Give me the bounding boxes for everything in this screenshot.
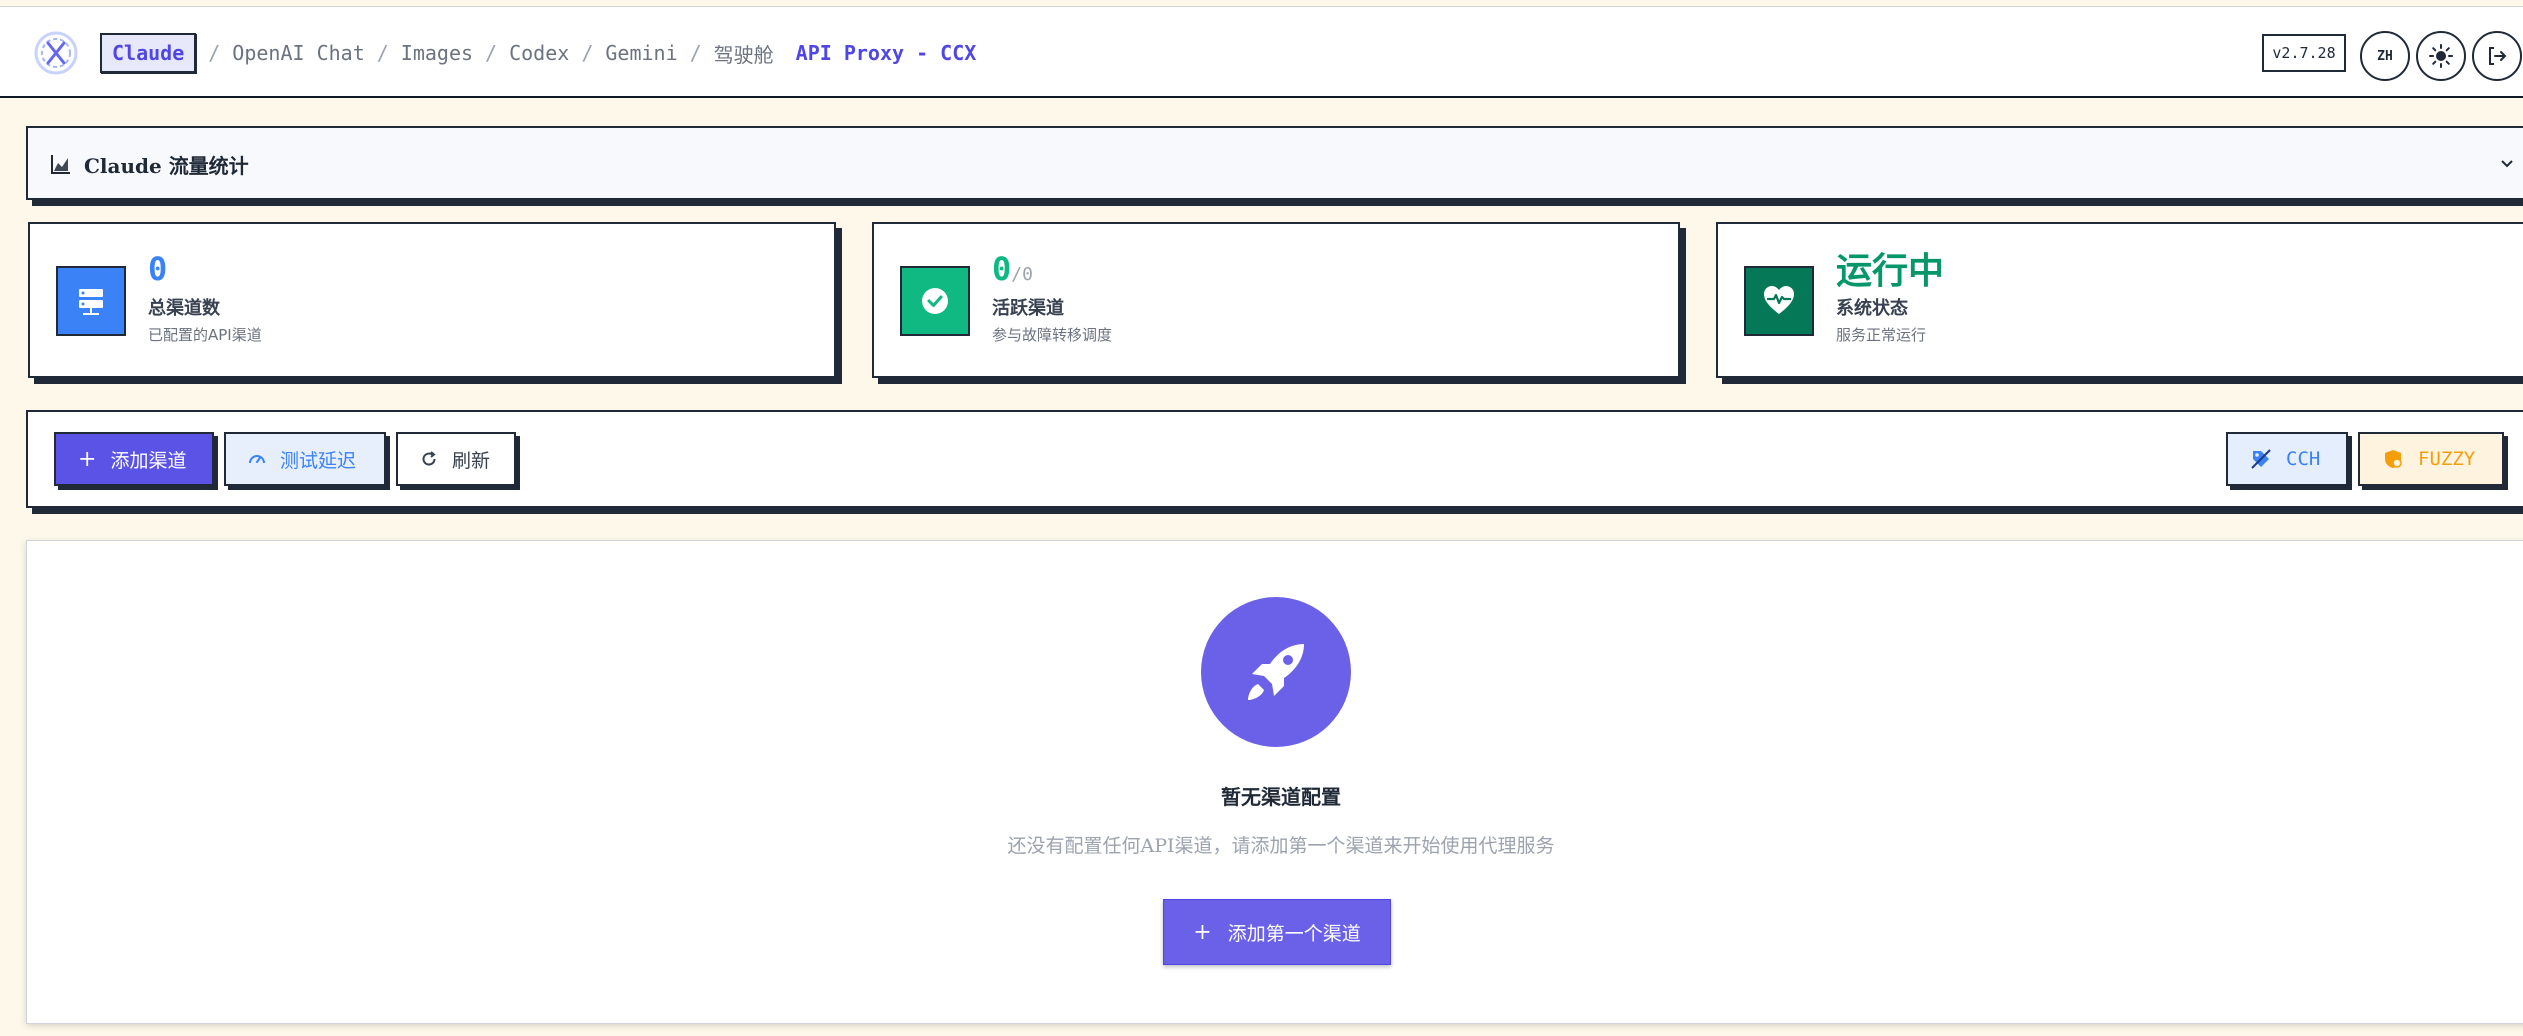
total-channels-label: 总渠道数 [148,298,220,319]
total-channels-value: 0 [148,250,168,288]
refresh-icon [422,451,436,466]
active-channels-value: 0/0 [992,250,1033,288]
plus-icon: + [1193,919,1212,945]
speedometer-icon [249,455,265,464]
add-first-channel-button[interactable]: + 添加第一个渠道 [1163,899,1391,965]
channel-toolbar: + 添加渠道 测试延迟 刷新 CCH FUZZY [26,410,2523,508]
sun-icon [2429,44,2453,68]
area-chart-icon [51,155,70,174]
total-channels-desc: 已配置的API渠道 [148,326,262,344]
empty-state-panel: 暂无渠道配置 还没有配置任何API渠道，请添加第一个渠道来开始使用代理服务 + … [26,540,2523,1024]
traffic-stats-title: Claude 流量统计 [84,154,249,178]
traffic-stats-panel[interactable]: Claude 流量统计 [26,126,2523,200]
crumb-images[interactable]: Images [401,41,473,65]
system-status-value: 运行中 [1836,251,1945,292]
empty-state-description: 还没有配置任何API渠道，请添加第一个渠道来开始使用代理服务 [1007,835,1555,857]
logout-icon [2489,47,2507,65]
logout-button[interactable] [2472,31,2522,81]
stat-card-system-status: 运行中 系统状态 服务正常运行 [1716,222,2523,378]
cch-button[interactable]: CCH [2226,432,2348,486]
tag-off-icon [2251,449,2271,469]
crumb-separator: / [581,41,594,65]
test-latency-button[interactable]: 测试延迟 [224,432,386,486]
refresh-button[interactable]: 刷新 [396,432,516,486]
stat-card-total-channels: 0 总渠道数 已配置的API渠道 [28,222,836,378]
shield-icon [2385,450,2402,468]
chevron-down-icon[interactable] [2498,154,2516,172]
crumb-separator: / [208,41,221,65]
theme-toggle-button[interactable] [2416,31,2466,81]
top-navbar: Claude / OpenAI Chat / Images / Codex / … [0,6,2523,98]
fuzzy-button[interactable]: FUZZY [2358,432,2504,486]
empty-state-title: 暂无渠道配置 [1221,785,1341,809]
crumb-gemini[interactable]: Gemini [605,41,677,65]
crumb-dashboard[interactable]: 驾驶舱 [714,39,774,68]
crumb-openai-chat[interactable]: OpenAI Chat [232,41,364,65]
add-channel-button[interactable]: + 添加渠道 [54,432,214,486]
language-label: ZH [2377,48,2393,64]
active-channels-desc: 参与故障转移调度 [992,326,1113,344]
system-status-label: 系统状态 [1836,298,1908,319]
app-logo-icon[interactable] [32,29,80,77]
crumb-claude[interactable]: Claude [100,33,197,73]
system-status-desc: 服务正常运行 [1836,326,1927,344]
crumb-separator: / [376,41,389,65]
active-channels-label: 活跃渠道 [992,298,1064,319]
plus-icon: + [78,446,97,472]
crumb-codex[interactable]: Codex [509,41,569,65]
check-circle-icon [900,266,970,336]
language-button[interactable]: ZH [2360,31,2410,81]
breadcrumb: Claude / OpenAI Chat / Images / Codex / … [100,7,976,99]
rocket-icon [1201,597,1351,747]
stat-card-active-channels: 0/0 活跃渠道 参与故障转移调度 [872,222,1680,378]
page-title: API Proxy - CCX [795,41,977,65]
server-icon [56,266,126,336]
version-badge: v2.7.28 [2262,34,2346,72]
crumb-separator: / [485,41,498,65]
heart-pulse-icon [1744,266,1814,336]
crumb-separator: / [689,41,702,65]
